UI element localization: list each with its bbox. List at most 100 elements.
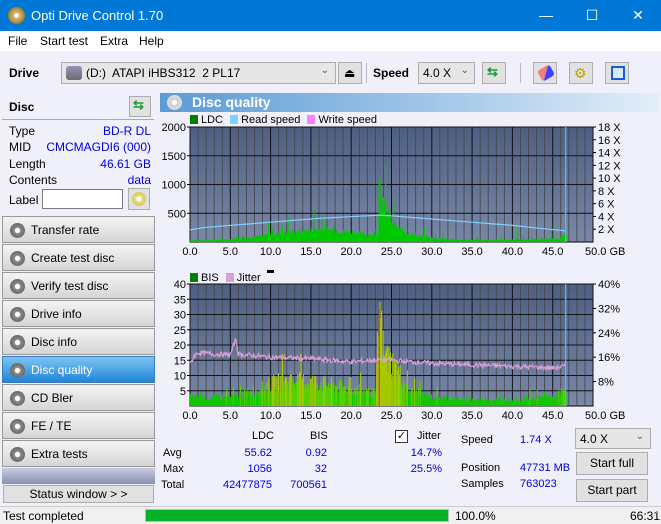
nav-label: FE / TE bbox=[31, 419, 72, 433]
samples-label: Samples bbox=[461, 478, 504, 490]
nav-fe-te[interactable]: FE / TE bbox=[2, 412, 155, 439]
status-bar: Test completed 100.0% 66:31 ⋰ bbox=[0, 506, 661, 524]
x-tick-label: 15.0 bbox=[300, 246, 321, 258]
max-ldc: 1056 bbox=[247, 463, 272, 475]
disc-mid-value: CMCMAGDI6 (000) bbox=[46, 140, 151, 154]
disc-refresh-button[interactable]: ⇆ bbox=[129, 96, 151, 117]
bis-jitter-chart: 0.0 5.0 10.0 15.0 20.0 25.0 30.0 35.0 40.0 45.0 50… bbox=[174, 279, 626, 422]
cd-bler-icon bbox=[10, 391, 25, 406]
disc-type-row: Type BD-R DL bbox=[9, 124, 151, 141]
x-tick-label: 20.0 bbox=[340, 410, 361, 422]
samples-value: 763023 bbox=[520, 478, 557, 490]
menu-start-test[interactable]: Start test bbox=[40, 34, 88, 48]
toolbar-divider bbox=[366, 63, 367, 83]
x-tick-label: 0.0 bbox=[182, 246, 197, 258]
disc-quality-header: Disc quality bbox=[160, 93, 659, 112]
x-tick-label: 45.0 bbox=[542, 246, 563, 258]
nav-verify-test-disc[interactable]: Verify test disc bbox=[2, 272, 155, 299]
y-tick-label: 40 bbox=[174, 279, 186, 291]
close-button[interactable]: ✕ bbox=[615, 0, 661, 31]
disc-length-value: 46.61 GB bbox=[100, 157, 151, 171]
nav-cd-bler[interactable]: CD Bler bbox=[2, 384, 155, 411]
eject-icon: ⏏ bbox=[344, 66, 356, 80]
menu-bar: File Start test Extra Help bbox=[0, 31, 661, 51]
ldc-chart: 0.0 5.0 10.0 15.0 20.0 25.0 30.0 35.0 40.0 45.0 50… bbox=[162, 122, 626, 258]
speed-select[interactable]: 4.0 X ⌄ bbox=[418, 62, 475, 84]
y-tick-label: 20 bbox=[174, 340, 186, 352]
refresh-button[interactable]: ⇆ bbox=[482, 62, 506, 84]
ldc-spike bbox=[273, 227, 275, 242]
disc-contents-value: data bbox=[127, 173, 151, 187]
eject-button[interactable]: ⏏ bbox=[338, 62, 362, 84]
toolbar: Drive (D:) ATAPI iHBS312 2 PL17 ⌄ ⏏ Spee… bbox=[0, 51, 661, 93]
y2-tick-label: 4 X bbox=[598, 211, 615, 223]
y2-tick-label: 12 X bbox=[598, 160, 621, 172]
x-tick-label: 30.0 bbox=[421, 410, 442, 422]
nav-transfer-rate[interactable]: Transfer rate bbox=[2, 216, 155, 243]
chevron-down-icon: ⌄ bbox=[460, 65, 469, 76]
test-speed-select[interactable]: 4.0 X ⌄ bbox=[575, 428, 651, 449]
nav-disc-info[interactable]: Disc info bbox=[2, 328, 155, 355]
maximize-button[interactable]: ☐ bbox=[569, 0, 615, 31]
max-jitter: 25.5% bbox=[410, 463, 442, 475]
x-tick-label: 10.0 bbox=[260, 410, 281, 422]
ldc-spike bbox=[268, 221, 270, 242]
disc-label-input[interactable] bbox=[42, 189, 123, 209]
drive-value: (D:) ATAPI iHBS312 2 PL17 bbox=[86, 66, 241, 80]
legend-marker bbox=[266, 270, 274, 273]
y-tick-label: 15 bbox=[174, 355, 186, 367]
floppy-icon bbox=[611, 66, 625, 80]
nav-create-test-disc[interactable]: Create test disc bbox=[2, 244, 155, 271]
ldc-spike bbox=[551, 225, 553, 242]
disc-length-row: Length 46.61 GB bbox=[9, 157, 151, 174]
menu-extra[interactable]: Extra bbox=[100, 34, 128, 48]
ldc-spike bbox=[389, 204, 391, 242]
ldc-spike bbox=[333, 225, 335, 242]
refresh-arrows-icon: ⇆ bbox=[487, 64, 498, 79]
status-window-button[interactable]: Status window > > bbox=[3, 485, 154, 503]
nav-drive-info[interactable]: Drive info bbox=[2, 300, 155, 327]
extra-tests-icon bbox=[10, 447, 25, 462]
y-tick-label: 30 bbox=[174, 310, 186, 322]
disc-label-button[interactable] bbox=[128, 188, 150, 210]
erase-button[interactable] bbox=[533, 62, 557, 84]
start-full-button[interactable]: Start full bbox=[576, 452, 648, 475]
drive-select[interactable]: (D:) ATAPI iHBS312 2 PL17 ⌄ bbox=[61, 62, 336, 84]
chevron-down-icon: ⌄ bbox=[320, 65, 329, 76]
y2-tick-label: 24% bbox=[598, 328, 620, 340]
transfer-rate-icon bbox=[10, 223, 25, 238]
status-text: Test completed bbox=[3, 509, 84, 523]
start-part-button[interactable]: Start part bbox=[576, 479, 648, 502]
y-tick-label: 5 bbox=[180, 386, 186, 398]
y-tick-label: 1000 bbox=[162, 180, 186, 192]
y-tick-label: 25 bbox=[174, 325, 186, 337]
resize-grip-icon[interactable]: ⋰ bbox=[650, 511, 658, 520]
menu-help[interactable]: Help bbox=[139, 34, 164, 48]
drive-label: Drive bbox=[9, 66, 40, 80]
col-jitter-header: Jitter bbox=[417, 430, 441, 442]
settings-button[interactable]: ⚙ bbox=[569, 62, 593, 84]
eraser-icon bbox=[536, 64, 556, 82]
y-tick-label: 500 bbox=[168, 208, 186, 220]
nav-label: Disc quality bbox=[31, 363, 93, 377]
menu-file[interactable]: File bbox=[8, 34, 27, 48]
nav-label: Create test disc bbox=[31, 251, 115, 265]
window-title: Opti Drive Control 1.70 bbox=[31, 8, 164, 23]
toolbar-divider bbox=[520, 63, 521, 83]
verify-disc-icon bbox=[10, 279, 25, 294]
x-tick-label: 0.0 bbox=[182, 410, 197, 422]
nav-disc-quality[interactable]: Disc quality bbox=[2, 356, 155, 383]
minimize-button[interactable]: — bbox=[523, 0, 569, 31]
x-tick-label: 25.0 bbox=[381, 410, 402, 422]
drive-info-icon bbox=[10, 307, 25, 322]
nav-extra-tests[interactable]: Extra tests bbox=[2, 440, 155, 467]
jitter-checkbox[interactable]: ✓ bbox=[395, 430, 408, 443]
progress-fill bbox=[146, 510, 448, 521]
disc-type-value: BD-R DL bbox=[102, 124, 151, 138]
speed-stat-label: Speed bbox=[461, 434, 493, 446]
disc-quality-title: Disc quality bbox=[192, 94, 271, 110]
progress-bar bbox=[145, 509, 449, 522]
position-label: Position bbox=[461, 462, 501, 474]
disc-quality-icon bbox=[167, 95, 182, 110]
save-button[interactable] bbox=[605, 62, 629, 84]
